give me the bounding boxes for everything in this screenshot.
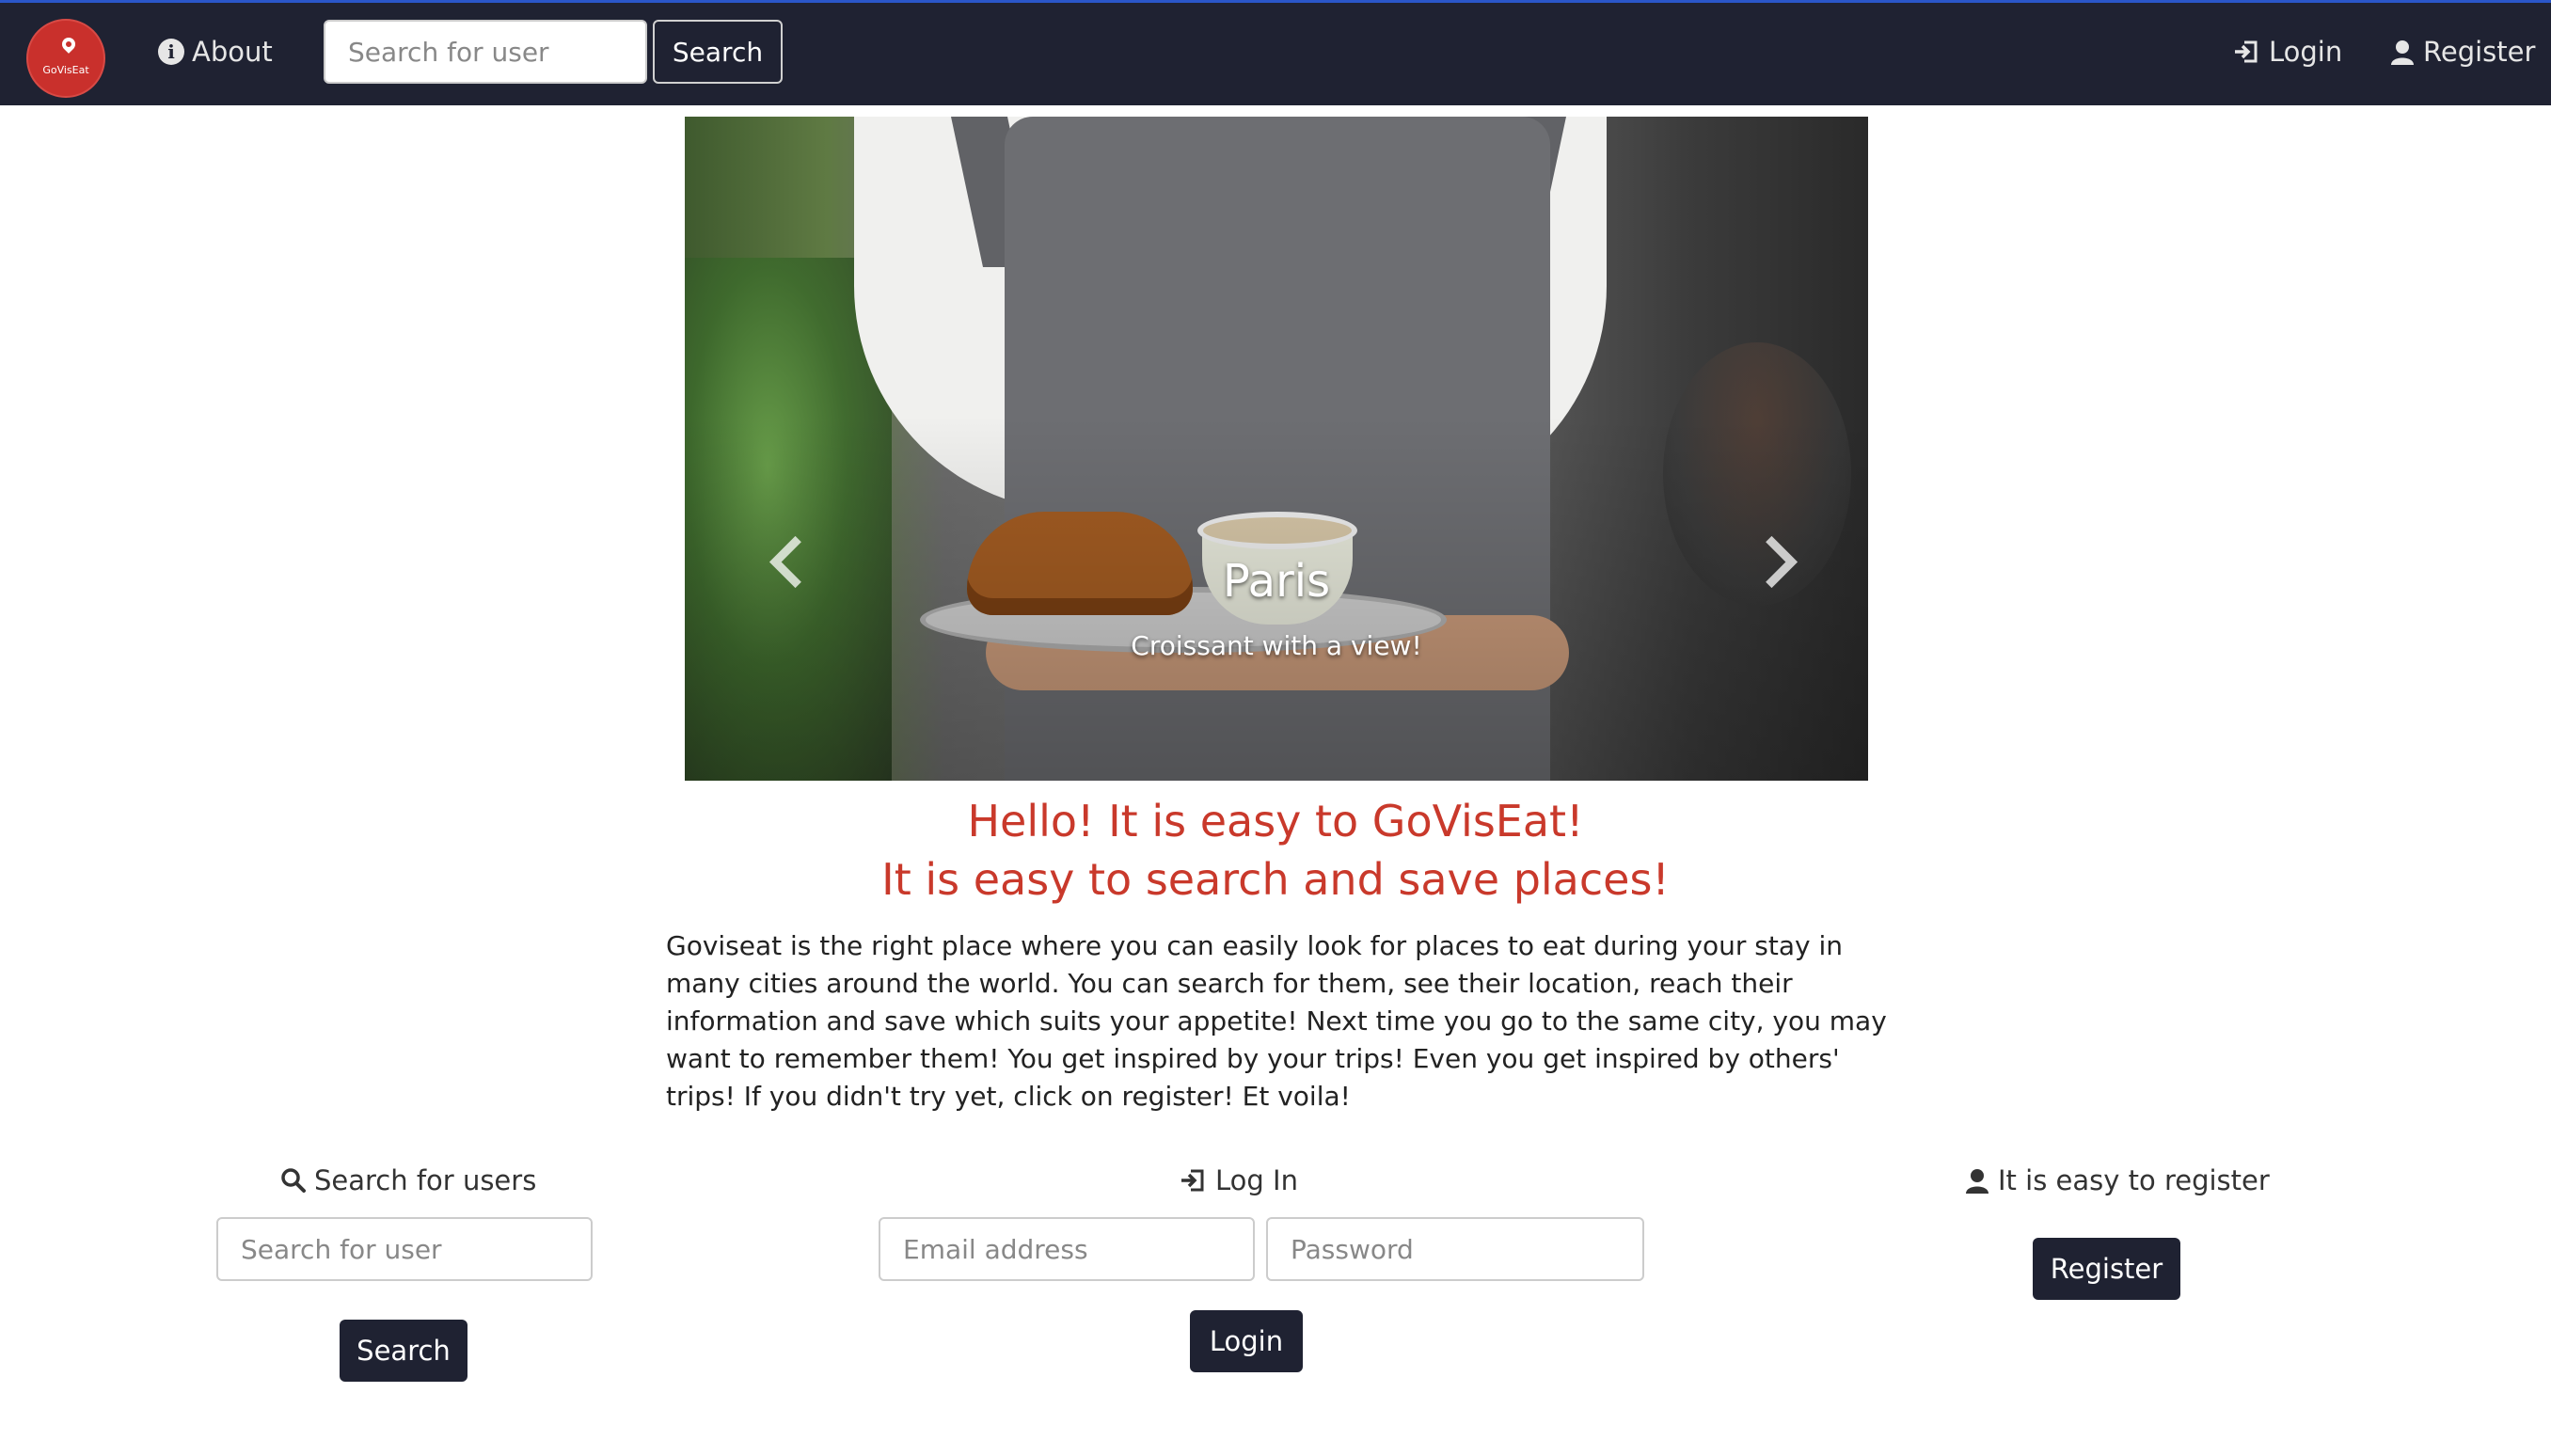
user-icon [1966,1169,1989,1194]
user-search-button[interactable]: Search [340,1320,467,1382]
search-section-title: Search for users [280,1164,536,1196]
brand-logo[interactable]: GoVisEat [26,19,105,98]
search-icon [281,1168,306,1193]
carousel-caption-title: Paris [1222,555,1331,608]
register-button[interactable]: Register [2033,1238,2180,1300]
nav-about-link[interactable]: i About [158,31,273,72]
sign-in-icon [2235,40,2258,63]
nav-search-button[interactable]: Search [653,20,783,84]
register-section-label: It is easy to register [1998,1164,2270,1196]
search-section-label: Search for users [314,1164,537,1196]
info-icon: i [158,39,184,65]
register-section-title: It is easy to register [1964,1164,2270,1196]
email-field[interactable] [879,1217,1255,1281]
navbar: GoVisEat i About Search Login Register [0,0,2551,105]
user-search-input[interactable] [216,1217,593,1281]
nav-login-label: Login [2269,36,2343,68]
nav-register-link[interactable]: Register [2389,31,2535,72]
map-pin-icon [59,35,78,54]
login-button[interactable]: Login [1190,1310,1303,1372]
headline-secondary: It is easy to search and save places! [881,854,1670,905]
hero-carousel: Paris Croissant with a view! [685,117,1868,781]
headline-primary: Hello! It is easy to GoVisEat! [967,796,1584,847]
login-section-label: Log In [1215,1164,1298,1196]
nav-register-label: Register [2423,36,2536,68]
password-field[interactable] [1266,1217,1644,1281]
sign-in-icon [1181,1169,1204,1192]
brand-name: GoVisEat [42,64,89,76]
nav-search-input[interactable] [324,20,647,84]
user-icon [2391,40,2414,65]
nav-login-link[interactable]: Login [2233,31,2342,72]
carousel-caption-text: Croissant with a view! [1131,630,1422,661]
carousel-shade [685,117,1868,781]
intro-paragraph: Goviseat is the right place where you ca… [666,930,1887,1112]
nav-about-label: About [192,36,273,68]
login-section-title: Log In [1180,1164,1298,1196]
